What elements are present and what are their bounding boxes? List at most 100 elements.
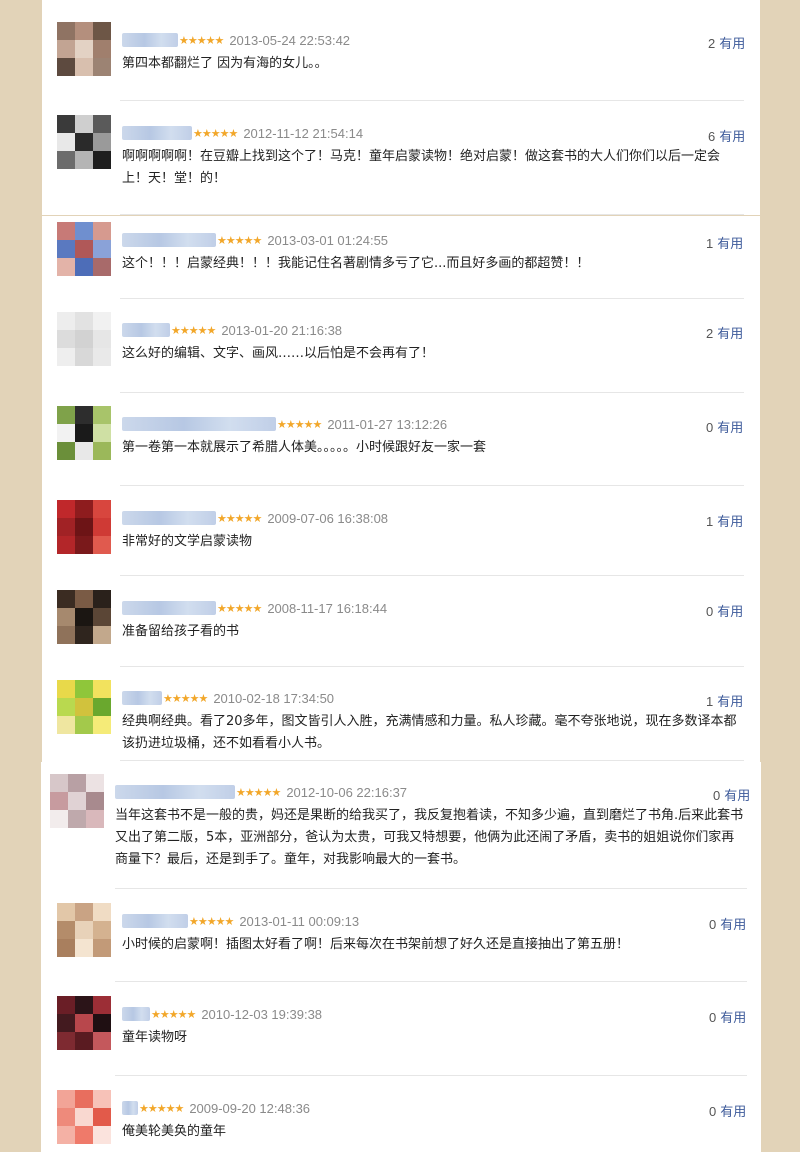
review-separator xyxy=(120,666,744,667)
useful-label[interactable]: 有用 xyxy=(717,420,743,435)
review-meta: ★★★★★ 2008-11-17 16:18:44 xyxy=(122,598,387,618)
rating-stars: ★★★★★ xyxy=(179,33,224,47)
useful-label[interactable]: 有用 xyxy=(717,326,743,341)
review-text: 第四本都翻烂了 因为有海的女儿。。 xyxy=(122,56,328,71)
useful-label[interactable]: 有用 xyxy=(717,236,743,251)
useful-vote-button[interactable]: 1 有用 xyxy=(706,233,743,252)
review-text: 这个！！！启蒙经典！！！我能记住名著剧情多亏了它...而且好多画的都超赞！！ xyxy=(122,256,590,271)
username-link[interactable] xyxy=(122,417,276,431)
review-meta: ★★★★★ 2010-02-18 17:34:50 xyxy=(122,688,334,708)
review-separator xyxy=(120,214,744,215)
avatar[interactable] xyxy=(57,115,111,169)
useful-label[interactable]: 有用 xyxy=(720,917,746,932)
rating-stars: ★★★★★ xyxy=(171,323,216,337)
username-link[interactable] xyxy=(122,233,216,247)
review-text: 啊啊啊啊啊！在豆瓣上找到这个了！马克！童年启蒙读物！绝对启蒙！做这套书的大人们你… xyxy=(122,149,721,186)
useful-label[interactable]: 有用 xyxy=(719,36,745,51)
useful-vote-button[interactable]: 1 有用 xyxy=(706,511,743,530)
avatar[interactable] xyxy=(57,903,111,957)
useful-count: 1 xyxy=(706,694,714,709)
review-date: 2011-01-27 13:12:26 xyxy=(327,416,448,432)
useful-vote-button[interactable]: 2 有用 xyxy=(706,323,743,342)
useful-count: 0 xyxy=(706,420,714,435)
useful-vote-button[interactable]: 2 有用 xyxy=(708,33,745,52)
review-separator xyxy=(115,981,747,982)
useful-label[interactable]: 有用 xyxy=(717,604,743,619)
review-separator xyxy=(115,1075,747,1076)
review-date: 2009-07-06 16:38:08 xyxy=(267,510,389,526)
avatar[interactable] xyxy=(57,406,111,460)
rating-stars: ★★★★★ xyxy=(277,417,322,431)
review-date: 2010-12-03 19:39:38 xyxy=(201,1006,323,1022)
avatar[interactable] xyxy=(57,1090,111,1144)
useful-vote-button[interactable]: 0 有用 xyxy=(709,1007,746,1026)
review-date: 2013-05-24 22:53:42 xyxy=(229,32,351,48)
useful-label[interactable]: 有用 xyxy=(717,694,743,709)
avatar[interactable] xyxy=(57,222,111,276)
rating-stars: ★★★★★ xyxy=(139,1101,184,1115)
username-link[interactable] xyxy=(115,785,235,799)
useful-vote-button[interactable]: 0 有用 xyxy=(706,417,743,436)
review-text: 经典啊经典。看了20多年，图文皆引人入胜，充满情感和力量。私人珍藏。毫不夸张地说… xyxy=(122,714,737,751)
rating-stars: ★★★★★ xyxy=(163,691,208,705)
review-separator xyxy=(120,392,744,393)
username-link[interactable] xyxy=(122,691,162,705)
rating-stars: ★★★★★ xyxy=(193,126,238,140)
review-separator xyxy=(120,575,744,576)
username-link[interactable] xyxy=(122,1007,150,1021)
useful-vote-button[interactable]: 0 有用 xyxy=(706,601,743,620)
review-text: 准备留给孩子看的书 xyxy=(122,624,240,639)
useful-label[interactable]: 有用 xyxy=(720,1104,746,1119)
avatar[interactable] xyxy=(50,774,104,828)
useful-count: 2 xyxy=(708,36,716,51)
useful-count: 1 xyxy=(706,514,714,529)
review-separator xyxy=(120,100,744,101)
useful-count: 0 xyxy=(706,604,714,619)
useful-vote-button[interactable]: 1 有用 xyxy=(706,691,743,710)
username-link[interactable] xyxy=(122,323,170,337)
avatar[interactable] xyxy=(57,22,111,76)
username-link[interactable] xyxy=(122,601,216,615)
rating-stars: ★★★★★ xyxy=(151,1007,196,1021)
review-meta: ★★★★★ 2013-01-11 00:09:13 xyxy=(122,911,359,931)
review-meta: ★★★★★ 2013-03-01 01:24:55 xyxy=(122,230,388,250)
useful-label[interactable]: 有用 xyxy=(719,129,745,144)
rating-stars: ★★★★★ xyxy=(189,914,234,928)
useful-count: 6 xyxy=(708,129,716,144)
review-text: 这么好的编辑、文字、画风……以后怕是不会再有了！ xyxy=(122,346,435,361)
useful-label[interactable]: 有用 xyxy=(720,1010,746,1025)
review-date: 2013-03-01 01:24:55 xyxy=(267,232,389,248)
review-text: 小时候的启蒙啊！插图太好看了啊！后来每次在书架前想了好久还是直接抽出了第五册！ xyxy=(122,937,630,952)
useful-vote-button[interactable]: 6 有用 xyxy=(708,126,745,145)
rating-stars: ★★★★★ xyxy=(217,233,262,247)
review-text: 童年读物呀 xyxy=(122,1030,188,1045)
review-meta: ★★★★★ 2009-09-20 12:48:36 xyxy=(122,1098,310,1118)
avatar[interactable] xyxy=(57,590,111,644)
avatar[interactable] xyxy=(57,312,111,366)
review-text: 俺美轮美奂的童年 xyxy=(122,1124,227,1139)
review-separator xyxy=(115,888,747,889)
review-text: 当年这套书不是一般的贵，妈还是果断的给我买了，我反复抱着读，不知多少遍，直到磨烂… xyxy=(115,808,744,867)
username-link[interactable] xyxy=(122,33,178,47)
review-date: 2013-01-20 21:16:38 xyxy=(221,322,343,338)
useful-label[interactable]: 有用 xyxy=(717,514,743,529)
username-link[interactable] xyxy=(122,511,216,525)
review-date: 2012-10-06 22:16:37 xyxy=(286,784,408,800)
avatar[interactable] xyxy=(57,680,111,734)
rating-stars: ★★★★★ xyxy=(217,601,262,615)
useful-label[interactable]: 有用 xyxy=(724,788,750,803)
avatar[interactable] xyxy=(57,500,111,554)
useful-vote-button[interactable]: 0 有用 xyxy=(709,914,746,933)
username-link[interactable] xyxy=(122,914,188,928)
review-date: 2008-11-17 16:18:44 xyxy=(267,600,388,616)
useful-vote-button[interactable]: 0 有用 xyxy=(709,1101,746,1120)
review-date: 2009-09-20 12:48:36 xyxy=(189,1100,311,1116)
review-separator xyxy=(120,485,744,486)
useful-count: 2 xyxy=(706,326,714,341)
avatar[interactable] xyxy=(57,996,111,1050)
review-meta: ★★★★★ 2012-11-12 21:54:14 xyxy=(122,123,363,143)
review-meta: ★★★★★ 2011-01-27 13:12:26 xyxy=(122,414,447,434)
username-link[interactable] xyxy=(122,126,192,140)
useful-vote-button[interactable]: 0 有用 xyxy=(713,785,750,804)
username-link[interactable] xyxy=(122,1101,138,1115)
